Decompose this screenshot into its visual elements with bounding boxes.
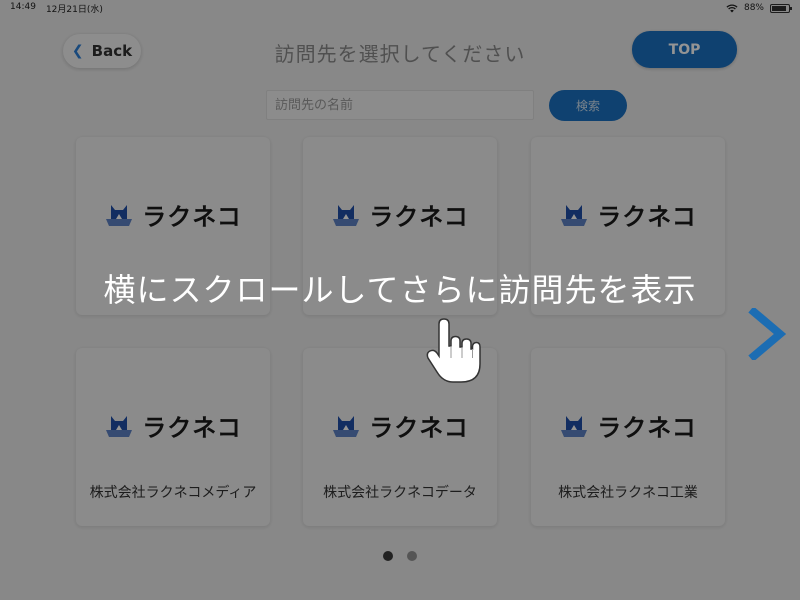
scroll-hint-message: 横にスクロールしてさらに訪問先を表示 [103,271,697,309]
page-dot[interactable] [407,551,417,561]
chevron-right-icon[interactable] [748,308,786,360]
tutorial-overlay[interactable]: 横にスクロールしてさらに訪問先を表示 [0,0,800,600]
page-dot[interactable] [383,551,393,561]
pointing-hand-icon [426,318,481,383]
pagination-dots [0,551,800,561]
visit-selection-screen: 14:49 12月21日(水) 88% ❮ Back 訪問先を選択してください … [0,0,800,600]
